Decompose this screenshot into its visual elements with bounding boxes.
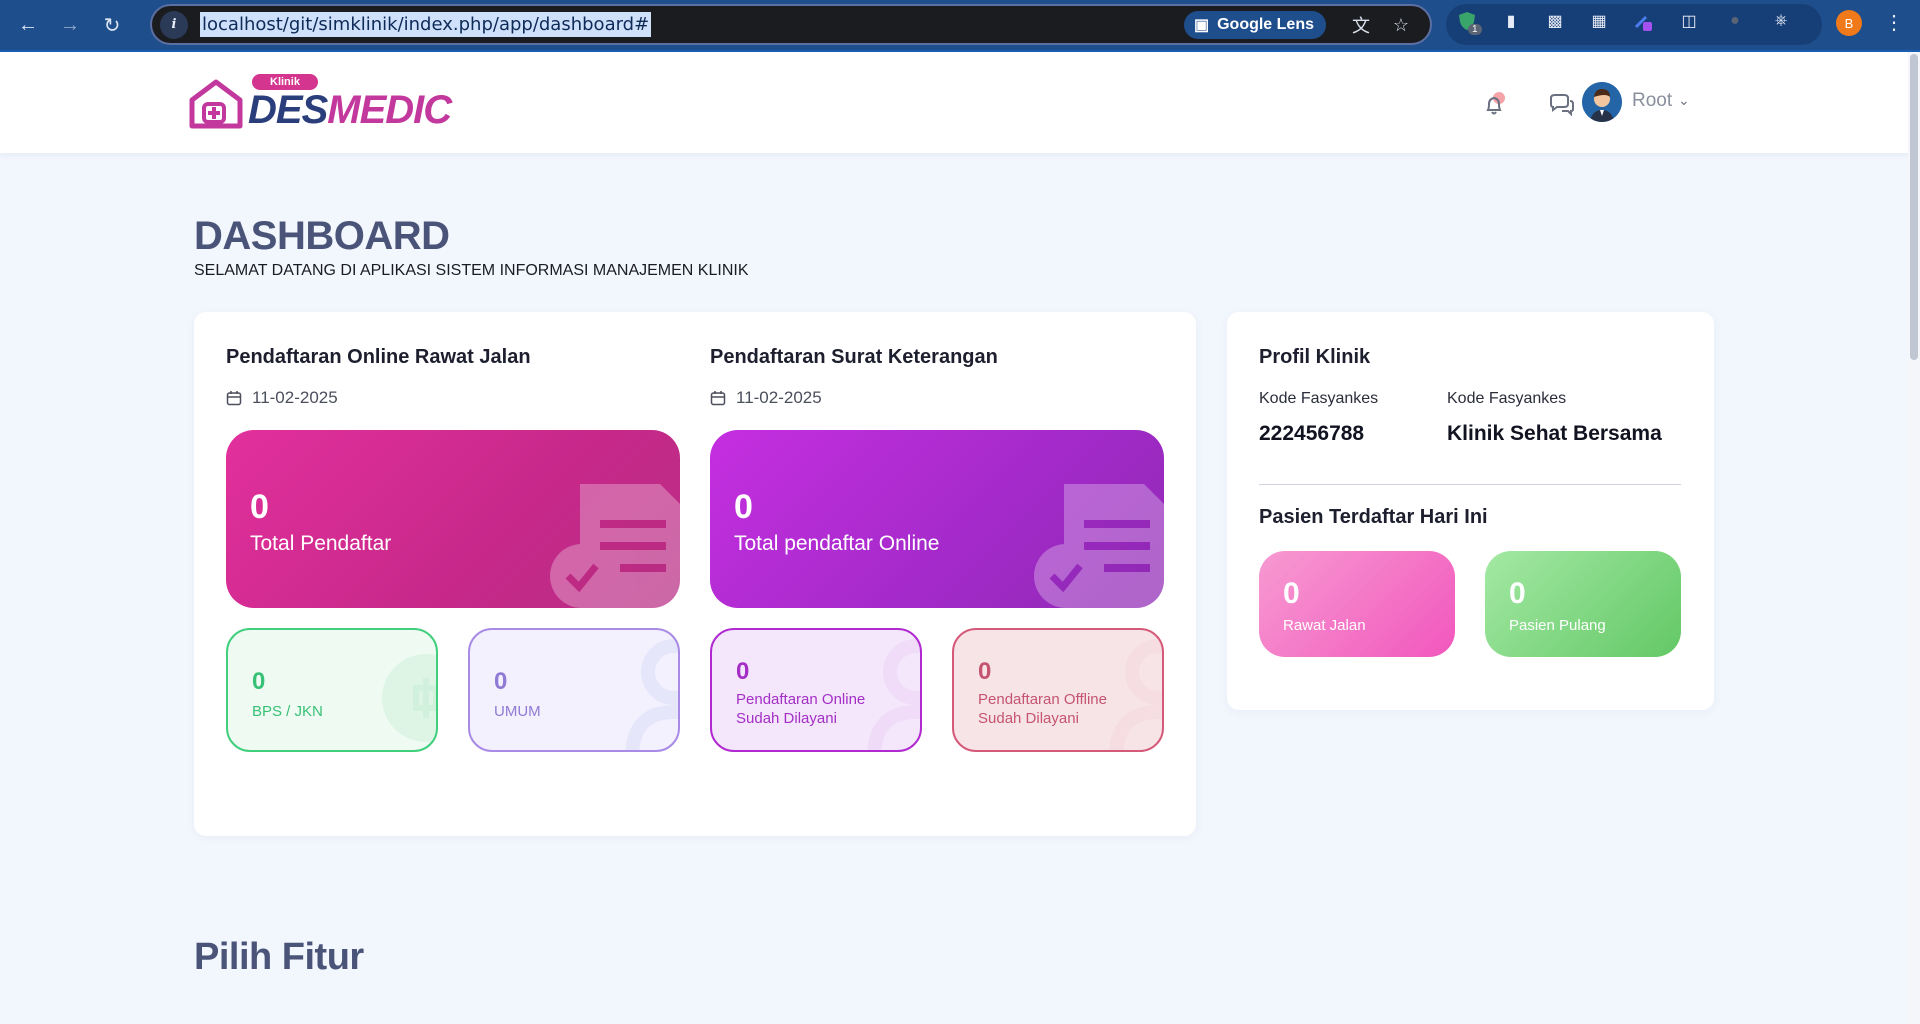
bookmark-star-icon[interactable]: ☆ [1388, 12, 1414, 38]
profile-avatar[interactable]: B [1836, 10, 1862, 36]
puzzle-extensions-icon[interactable]: ⎈ [1770, 10, 1792, 32]
lens-icon: ▣ [1193, 17, 1210, 34]
nama-klinik-label: Kode Fasyankes [1447, 390, 1567, 407]
color-picker-icon[interactable] [1632, 10, 1654, 32]
browser-toolbar: ← → ↻ i localhost/git/simklinik/index.ph… [0, 0, 1920, 52]
bpjs-tile[interactable]: 0 BPS / JKN [226, 628, 438, 752]
reload-icon[interactable]: ↻ [94, 7, 130, 43]
rawat-jalan-title: Pendaftaran Online Rawat Jalan [226, 346, 531, 368]
logo-des: DES [248, 88, 328, 132]
surat-title: Pendaftaran Surat Keterangan [710, 346, 998, 368]
pasien-pulang-tile[interactable]: 0 Pasien Pulang [1485, 551, 1681, 657]
total-pendaftar-online-tile[interactable]: 0 Total pendaftar Online [710, 430, 1164, 608]
offline-served-value: 0 [978, 658, 992, 685]
rawat-jalan-tile[interactable]: 0 Rawat Jalan [1259, 551, 1455, 657]
total-pendaftar-tile[interactable]: 0 Total Pendaftar [226, 430, 680, 608]
desmedic-logo[interactable]: Klinik DESMEDIC [188, 74, 452, 134]
total-online-label: Total pendaftar Online [734, 532, 940, 555]
online-served-value: 0 [736, 658, 750, 685]
url-text[interactable]: localhost/git/simklinik/index.php/app/da… [200, 12, 652, 37]
sidebar-panel-icon[interactable]: ◫ [1678, 10, 1700, 32]
document-check-icon [550, 484, 680, 608]
rawat-jalan-label: Rawat Jalan [1283, 617, 1366, 634]
logo-medic: MEDIC [327, 88, 452, 132]
chat-icon[interactable] [1548, 92, 1576, 118]
person-outline-icon [625, 639, 678, 750]
nama-klinik-value: Klinik Sehat Bersama [1447, 422, 1662, 445]
browser-menu-icon[interactable]: ⋮ [1884, 10, 1904, 35]
umum-label: UMUM [494, 703, 541, 720]
bpjs-value: 0 [252, 668, 266, 695]
audio-wave-icon[interactable]: ▩ [1544, 10, 1566, 32]
profile-divider [1259, 484, 1681, 485]
translate-icon[interactable]: 文 [1348, 12, 1374, 38]
offline-served-label-line2: Sudah Dilayani [978, 710, 1079, 727]
online-served-label: Pendaftaran Online Sudah Dilayani [736, 690, 865, 728]
chevron-down-icon[interactable]: ⌄ [1678, 92, 1690, 109]
umum-tile[interactable]: 0 UMUM [468, 628, 680, 752]
scrollbar-thumb[interactable] [1910, 54, 1918, 360]
surat-date: 11-02-2025 [710, 388, 822, 408]
document-check-icon [1034, 484, 1164, 608]
rawat-jalan-date: 11-02-2025 [226, 388, 338, 408]
user-avatar[interactable] [1582, 82, 1622, 122]
notification-bell-icon[interactable] [1480, 90, 1510, 120]
address-bar[interactable]: i localhost/git/simklinik/index.php/app/… [150, 4, 1432, 45]
profil-title: Profil Klinik [1259, 346, 1371, 368]
forward-arrow-icon[interactable]: → [52, 7, 88, 43]
bpjs-label: BPS / JKN [252, 703, 323, 720]
page-scrollbar[interactable] [1908, 52, 1920, 1024]
file-extension-icon[interactable]: ▮ [1500, 10, 1522, 32]
offline-served-label-line1: Pendaftaran Offline [978, 691, 1107, 708]
online-served-tile[interactable]: 0 Pendaftaran Online Sudah Dilayani [710, 628, 922, 752]
registration-summary-card: Pendaftaran Online Rawat Jalan 11-02-202… [194, 312, 1196, 836]
image-icon[interactable]: ▦ [1588, 10, 1610, 32]
page-title: DASHBOARD [194, 214, 450, 258]
total-online-value: 0 [734, 488, 753, 526]
offline-served-label: Pendaftaran Offline Sudah Dilayani [978, 690, 1107, 728]
site-info-icon[interactable]: i [160, 10, 188, 39]
clinic-profile-card: Profil Klinik Kode Fasyankes 222456788 K… [1227, 312, 1714, 710]
gamepad-icon[interactable]: ● [1724, 10, 1746, 32]
online-served-label-line1: Pendaftaran Online [736, 691, 866, 708]
lens-label: Google Lens [1217, 16, 1314, 33]
kode-fasyankes-label: Kode Fasyankes [1259, 390, 1379, 407]
google-lens-button[interactable]: ▣ Google Lens [1183, 11, 1326, 39]
pasien-hari-ini-title: Pasien Terdaftar Hari Ini [1259, 506, 1488, 528]
pasien-pulang-label: Pasien Pulang [1509, 617, 1606, 634]
surat-date-text: 11-02-2025 [736, 388, 822, 407]
browser-nav: ← → ↻ [10, 7, 130, 43]
calendar-icon [710, 391, 726, 406]
offline-served-tile[interactable]: 0 Pendaftaran Offline Sudah Dilayani [952, 628, 1164, 752]
pilih-fitur-title: Pilih Fitur [194, 936, 364, 978]
pasien-pulang-value: 0 [1509, 577, 1526, 610]
calendar-icon [226, 391, 242, 406]
extension-badge: 1 [1468, 24, 1482, 35]
rawat-jalan-value: 0 [1283, 577, 1300, 610]
person-outline-icon [1109, 639, 1162, 750]
person-outline-icon [867, 639, 920, 750]
house-cross-logo-icon [189, 79, 243, 129]
total-pendaftar-label: Total Pendaftar [250, 532, 392, 555]
online-served-label-line2: Sudah Dilayani [736, 710, 837, 727]
rawat-jalan-date-text: 11-02-2025 [252, 388, 338, 407]
bpjs-logo-icon [382, 654, 436, 742]
user-name[interactable]: Root [1632, 90, 1672, 112]
back-arrow-icon[interactable]: ← [10, 7, 46, 43]
total-pendaftar-value: 0 [250, 488, 269, 526]
page-subtitle: SELAMAT DATANG DI APLIKASI SISTEM INFORM… [194, 262, 749, 279]
umum-value: 0 [494, 668, 508, 695]
app-header: Klinik DESMEDIC Root ⌄ [0, 52, 1920, 153]
kode-fasyankes-value: 222456788 [1259, 422, 1365, 445]
logo-text: DESMEDIC [248, 88, 452, 133]
